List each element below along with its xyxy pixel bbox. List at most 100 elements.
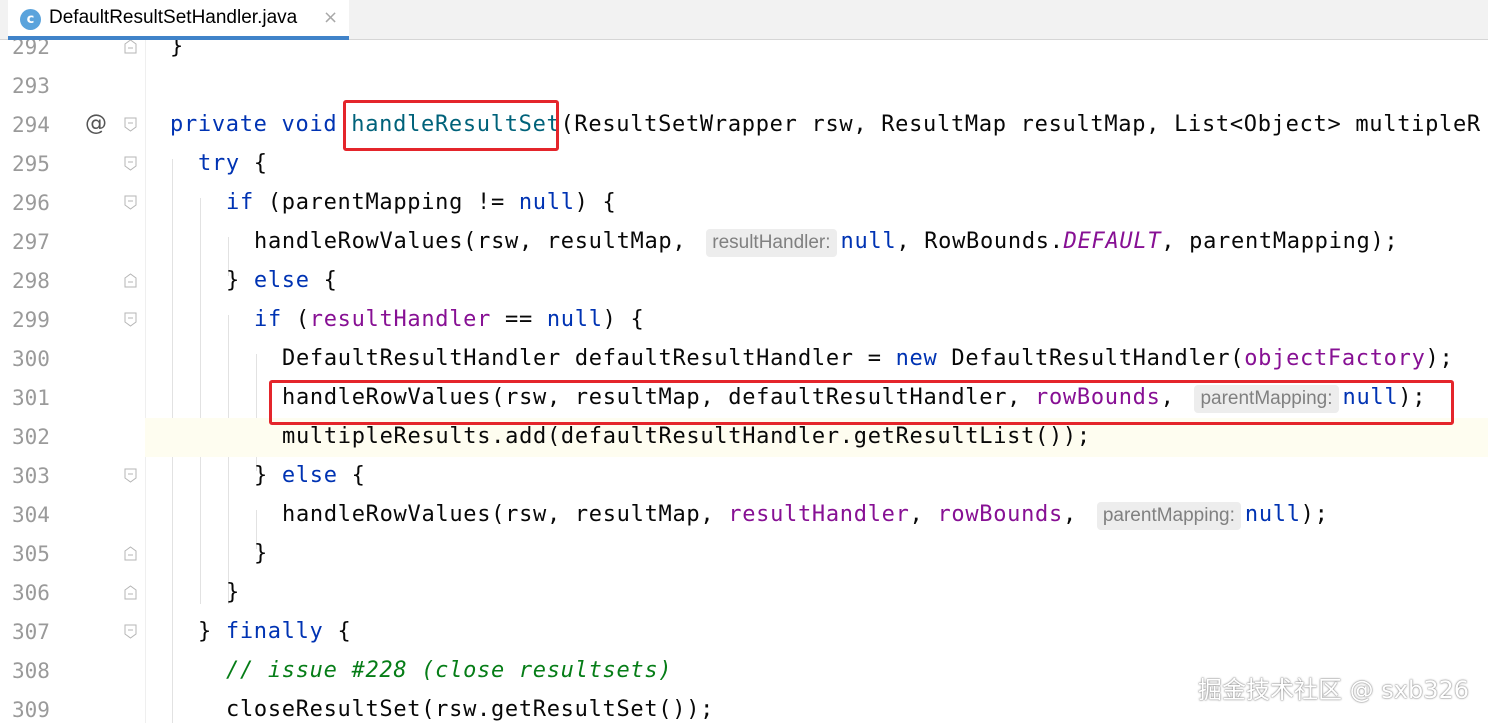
code-text: } bbox=[226, 580, 240, 605]
line-number: 295 bbox=[12, 152, 50, 176]
field-reference: resultHandler bbox=[309, 307, 492, 332]
code-text: DefaultResultHandler defaultResultHandle… bbox=[282, 345, 1453, 373]
override-gutter-icon[interactable]: @ bbox=[85, 110, 107, 138]
code-text: multipleResults.add(defaultResultHandler… bbox=[282, 424, 1091, 449]
line-number: 307 bbox=[12, 620, 50, 644]
code-text: } bbox=[254, 541, 268, 566]
highlight-box-method-name bbox=[343, 100, 559, 151]
keyword: new bbox=[895, 346, 938, 371]
code-comment: // issue #228 (close resultsets) bbox=[226, 658, 673, 683]
line-number: 301 bbox=[12, 386, 50, 410]
line-number: 304 bbox=[12, 503, 50, 527]
code-fragment: ) { bbox=[574, 190, 617, 215]
watermark: 掘金技术社区 @ sxb326 bbox=[1198, 676, 1470, 704]
keyword: try bbox=[198, 151, 240, 176]
code-line: 294 @ private void handleResultSet(Resul… bbox=[0, 106, 1488, 145]
line-number: 297 bbox=[12, 230, 50, 254]
code-text: if (resultHandler == null) { bbox=[254, 306, 644, 334]
code-text: } finally { bbox=[198, 618, 351, 646]
code-line: 306 } bbox=[0, 574, 1488, 613]
fold-start-icon[interactable] bbox=[123, 468, 138, 483]
line-number: 293 bbox=[12, 74, 50, 98]
editor-tab-bar: c DefaultResultSetHandler.java × bbox=[0, 0, 1488, 40]
code-fragment: DefaultResultHandler defaultResultHandle… bbox=[282, 346, 896, 371]
code-fragment: , bbox=[1062, 502, 1091, 527]
code-fragment: } bbox=[254, 463, 282, 488]
fold-start-icon[interactable] bbox=[123, 312, 138, 327]
keyword: null bbox=[840, 229, 897, 254]
code-line: 298 } else { bbox=[0, 262, 1488, 301]
code-fragment: , parentMapping); bbox=[1161, 229, 1399, 254]
code-fragment: { bbox=[323, 619, 352, 644]
line-number: 302 bbox=[12, 425, 50, 449]
keyword: null bbox=[518, 190, 575, 215]
line-number: 306 bbox=[12, 581, 50, 605]
parameter-hint: resultHandler: bbox=[706, 229, 837, 257]
code-fragment: ); bbox=[1425, 346, 1454, 371]
code-fragment: , bbox=[909, 502, 938, 527]
code-fragment: , RowBounds. bbox=[896, 229, 1064, 254]
code-line: 307 } finally { bbox=[0, 613, 1488, 652]
highlight-box-line-301 bbox=[269, 380, 1454, 425]
code-fragment: ); bbox=[1300, 502, 1329, 527]
code-text: if (parentMapping != null) { bbox=[226, 189, 616, 217]
fold-start-icon[interactable] bbox=[123, 156, 138, 171]
code-text: handleRowValues(rsw, resultMap, resultHa… bbox=[254, 228, 1398, 257]
fold-end-icon[interactable] bbox=[123, 40, 138, 54]
line-number: 292 bbox=[12, 40, 50, 59]
tab-defaultresultsethandler[interactable]: c DefaultResultSetHandler.java × bbox=[8, 0, 349, 40]
line-number: 298 bbox=[12, 269, 50, 293]
line-number: 305 bbox=[12, 542, 50, 566]
close-icon[interactable]: × bbox=[323, 7, 338, 28]
constant: DEFAULT bbox=[1063, 229, 1162, 254]
code-line: 297 handleRowValues(rsw, resultMap, resu… bbox=[0, 223, 1488, 262]
code-text: } else { bbox=[254, 462, 366, 490]
code-fragment: { bbox=[309, 268, 338, 293]
code-fragment: == bbox=[491, 307, 547, 332]
code-fragment: { bbox=[337, 463, 366, 488]
line-number: 309 bbox=[12, 698, 50, 722]
code-text: handleRowValues(rsw, resultMap, resultHa… bbox=[282, 501, 1329, 530]
code-fragment: (parentMapping != bbox=[253, 190, 519, 215]
keyword: else bbox=[253, 268, 310, 293]
code-text: try { bbox=[198, 150, 268, 178]
fold-start-icon[interactable] bbox=[123, 117, 138, 132]
field-reference: objectFactory bbox=[1244, 346, 1426, 371]
keyword: null bbox=[546, 307, 603, 332]
code-line: 300 DefaultResultHandler defaultResultHa… bbox=[0, 340, 1488, 379]
fold-end-icon[interactable] bbox=[123, 273, 138, 288]
code-fragment: (ResultSetWrapper rsw, ResultMap resultM… bbox=[560, 112, 1481, 137]
code-editor[interactable]: 292 } 293 294 @ private void handleResul… bbox=[0, 40, 1488, 723]
code-fragment: handleRowValues(rsw, resultMap, bbox=[282, 502, 729, 527]
line-number: 308 bbox=[12, 659, 50, 683]
code-fragment: ) { bbox=[602, 307, 645, 332]
line-number: 300 bbox=[12, 347, 50, 371]
line-number: 299 bbox=[12, 308, 50, 332]
code-fragment: { bbox=[239, 151, 268, 176]
code-fragment: handleRowValues(rsw, resultMap, bbox=[254, 229, 701, 254]
keyword: private void bbox=[170, 112, 352, 137]
code-text: } else { bbox=[226, 267, 338, 295]
code-line: 293 bbox=[0, 67, 1488, 106]
code-line: 299 if (resultHandler == null) { bbox=[0, 301, 1488, 340]
fold-end-icon[interactable] bbox=[123, 546, 138, 561]
field-reference: rowBounds bbox=[937, 502, 1063, 527]
java-class-icon: c bbox=[20, 9, 41, 30]
fold-start-icon[interactable] bbox=[123, 195, 138, 210]
fold-start-icon[interactable] bbox=[123, 624, 138, 639]
parameter-hint: parentMapping: bbox=[1096, 502, 1241, 530]
code-line: 304 handleRowValues(rsw, resultMap, resu… bbox=[0, 496, 1488, 535]
keyword: if bbox=[226, 190, 254, 215]
keyword: finally bbox=[225, 619, 324, 644]
tab-title: DefaultResultSetHandler.java bbox=[49, 7, 298, 28]
code-text: closeResultSet(rsw.getResultSet()); bbox=[226, 697, 715, 722]
code-fragment: } bbox=[198, 619, 226, 644]
code-fragment: } bbox=[226, 268, 254, 293]
line-number: 303 bbox=[12, 464, 50, 488]
keyword: if bbox=[254, 307, 282, 332]
code-line: 303 } else { bbox=[0, 457, 1488, 496]
code-line: 305 } bbox=[0, 535, 1488, 574]
code-line: 296 if (parentMapping != null) { bbox=[0, 184, 1488, 223]
keyword: null bbox=[1244, 502, 1301, 527]
fold-end-icon[interactable] bbox=[123, 585, 138, 600]
